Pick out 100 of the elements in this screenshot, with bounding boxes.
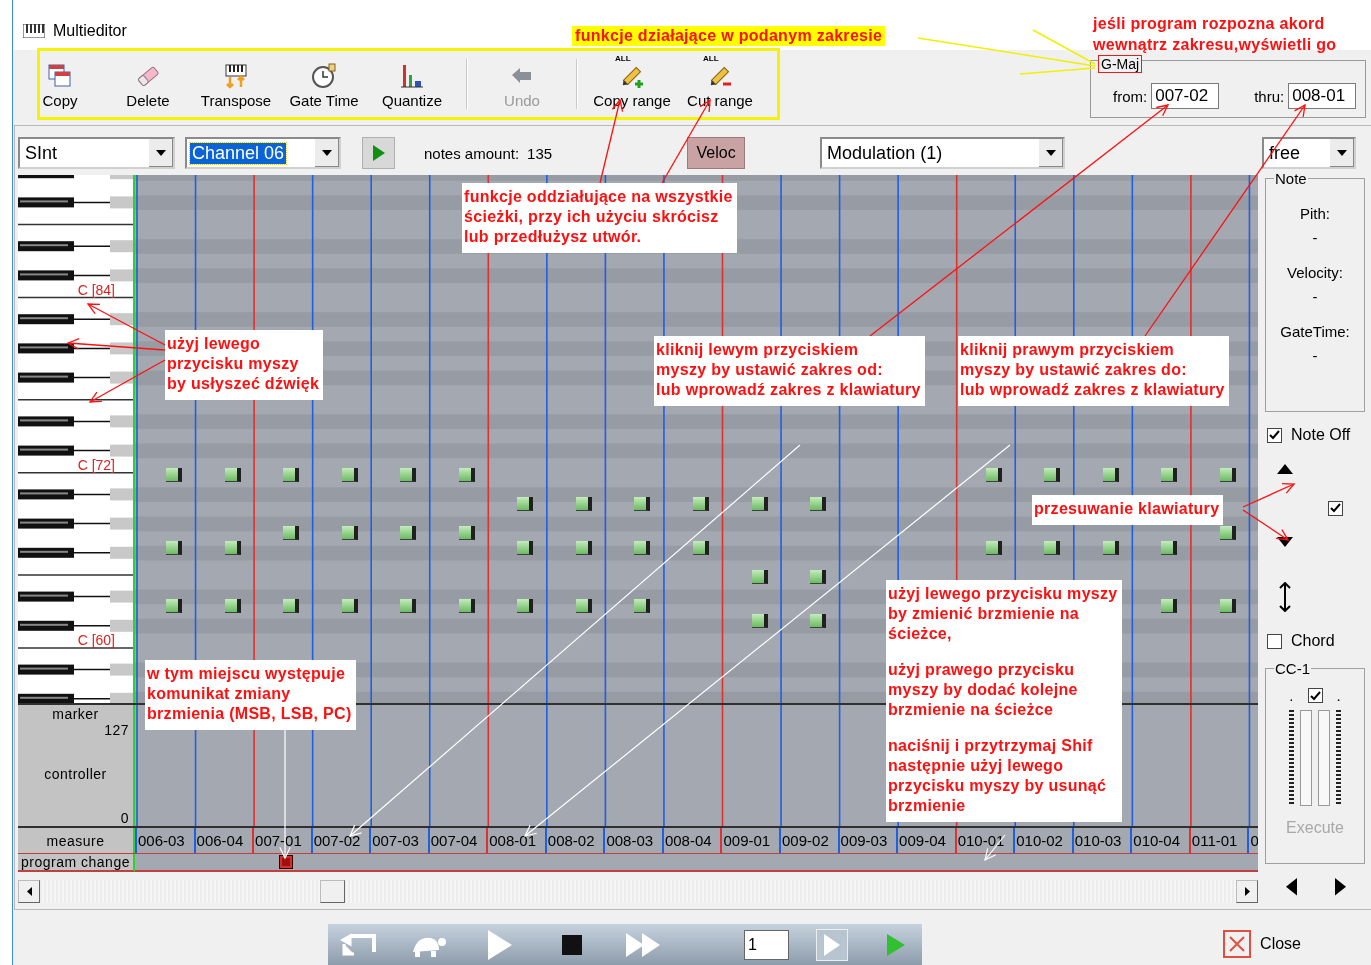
dropdown-caret-icon	[1329, 139, 1355, 167]
dropdown-caret-icon	[1038, 139, 1064, 167]
key-label: C [84]	[77, 283, 115, 298]
play-button[interactable]	[362, 137, 395, 169]
play-icon	[824, 933, 840, 956]
lane-label: marker	[52, 705, 99, 722]
field-label: Velocity:	[1287, 264, 1343, 282]
toolbar-button[interactable]: Transpose	[192, 59, 280, 109]
scroll-thumb[interactable]	[320, 880, 345, 903]
slider-track[interactable]	[1300, 710, 1312, 806]
clock-icon	[311, 63, 337, 89]
annotation-text: użyj lewego przycisku myszy by usłyszeć dźwięk	[167, 334, 320, 394]
keyboard-checkbox[interactable]	[1327, 500, 1343, 516]
right-arrow-icon	[1244, 887, 1250, 896]
from-label: from:	[1113, 87, 1148, 105]
close-icon	[1223, 930, 1252, 958]
note-block[interactable]	[283, 599, 300, 613]
piano-keyboard-drawing[interactable]	[18, 175, 133, 703]
notes-amount-label: notes amount:	[424, 144, 520, 162]
field-label: Pith:	[1300, 205, 1330, 223]
scroll-left-button[interactable]	[18, 880, 40, 903]
thru-label: thru:	[1254, 87, 1285, 105]
note-block[interactable]	[400, 526, 417, 540]
annotation-text: użyj lewego przycisku myszy by zmienić brzmienie na ścieżce,	[888, 584, 1118, 644]
note-block[interactable]	[166, 468, 182, 482]
program-change-marker[interactable]	[279, 855, 293, 869]
note-block[interactable]	[517, 599, 534, 613]
annotation-text: kliknij prawym przyciskiem myszy by ustawić zakres do: lub wprowadź zakres z klawiatury	[960, 340, 1225, 400]
vertical-resize-icon[interactable]	[1278, 582, 1292, 612]
chord-checkbox[interactable]	[1267, 633, 1282, 649]
piano-icon	[23, 24, 45, 38]
toolbar-button[interactable]: Quantize	[368, 59, 456, 109]
note-block[interactable]	[1161, 599, 1178, 613]
note-block[interactable]	[283, 526, 300, 540]
dropdown-caret-icon	[314, 139, 339, 167]
annotation-text: przesuwanie klawiatury	[1034, 499, 1220, 519]
next-icon[interactable]	[1335, 878, 1346, 896]
sound-select[interactable]: SInt	[18, 137, 175, 169]
note-block[interactable]	[810, 614, 827, 628]
annotation-text: funkcje działające w podanym zakresie	[575, 26, 883, 46]
note-block[interactable]	[1044, 541, 1061, 555]
note-off-checkbox[interactable]	[1267, 427, 1282, 443]
note-block[interactable]	[1044, 468, 1061, 482]
badge-text: ALL	[703, 54, 719, 63]
annotation-text: kliknij lewym przyciskiem myszy by ustawić zakres od: lub wprowadź zakres z klawiatury	[656, 340, 921, 400]
field-value: -	[1312, 347, 1318, 365]
thru-field[interactable]: 008-01	[1288, 83, 1357, 109]
annotation-text: naciśnij i przytrzymaj Shif następnie użyj lewego przycisku myszy by usunąć brzmienie	[888, 736, 1108, 816]
note-block[interactable]	[634, 497, 651, 511]
close-button[interactable]: Close	[1223, 930, 1301, 958]
play-icon	[887, 933, 905, 956]
note-block[interactable]	[517, 541, 534, 555]
check-icon	[1329, 503, 1341, 513]
notes-count: 135	[527, 144, 553, 162]
lane-label: controller	[44, 766, 107, 782]
left-arrow-icon	[26, 887, 32, 896]
note-block[interactable]	[1161, 468, 1178, 482]
toolbar-button[interactable]: Copy	[16, 59, 104, 109]
position-field[interactable]: 1	[744, 929, 789, 960]
key-label: C [60]	[77, 633, 115, 649]
annotation-text: w tym miejscu występuje komunikat zmiany brzmienia (MSB, LSB, PC)	[147, 664, 352, 724]
copy-icon	[47, 63, 73, 89]
channel-select[interactable]: Channel 06	[185, 137, 341, 169]
play-icon	[488, 929, 512, 960]
scroll-right-button[interactable]	[1236, 880, 1258, 903]
transpose-icon	[223, 63, 249, 89]
horizontal-scrollbar[interactable]	[18, 880, 1258, 903]
dot-text: .	[1289, 687, 1294, 704]
note-block[interactable]	[810, 570, 827, 584]
bars-icon	[399, 63, 425, 89]
key-label: C [72]	[77, 458, 115, 474]
note-block[interactable]	[166, 541, 182, 555]
veloc-button[interactable]: Veloc	[687, 137, 746, 169]
note-block[interactable]	[283, 468, 300, 482]
from-field[interactable]: 007-02	[1151, 83, 1220, 109]
window-title: Multieditor	[53, 22, 127, 40]
scroll-up-icon[interactable]	[1277, 464, 1293, 474]
scroll-down-icon[interactable]	[1277, 537, 1293, 547]
note-block[interactable]	[166, 599, 182, 613]
slider-track[interactable]	[1318, 710, 1330, 806]
note-block[interactable]	[517, 497, 534, 511]
note-block[interactable]	[1161, 541, 1178, 555]
toolbar-button[interactable]: Delete	[104, 59, 192, 109]
note-block[interactable]	[400, 468, 417, 482]
lane-label: program change	[21, 854, 130, 870]
previous-icon[interactable]	[1286, 878, 1297, 896]
field-value: -	[1312, 288, 1318, 306]
toolbar-button[interactable]: Gate Time	[280, 59, 368, 109]
check-icon	[1269, 430, 1280, 440]
cc-checkbox[interactable]	[1307, 688, 1323, 703]
annotation-arrow	[1242, 483, 1296, 541]
annotation-text: funkcje oddziałujące na wszystkie ścieżki, przy ich użyciu skrócisz lub przedłużysz utwór.	[464, 187, 733, 247]
note-block[interactable]	[634, 541, 651, 555]
annotation-text: jeśli program rozpozna akord wewnątrz zakresu,wyświetli go	[1093, 14, 1337, 55]
controller-select[interactable]: Modulation (1)	[820, 137, 1066, 169]
lane-min: 0	[120, 810, 129, 826]
note-block[interactable]	[810, 497, 827, 511]
fast-forward-icon	[626, 932, 662, 957]
note-block[interactable]	[634, 599, 651, 613]
note-block[interactable]	[400, 599, 417, 613]
